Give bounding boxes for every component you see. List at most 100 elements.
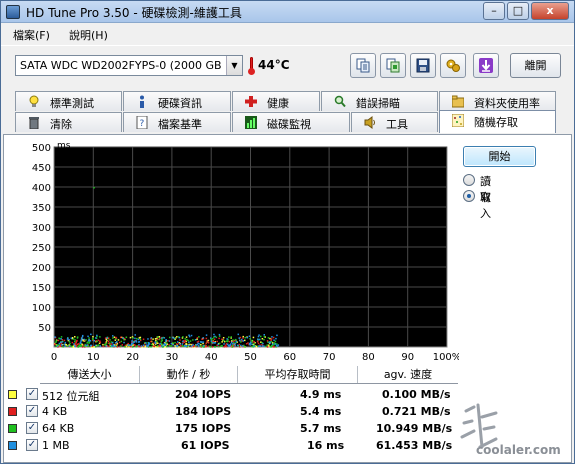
save-icon bbox=[416, 58, 430, 73]
data-point bbox=[130, 345, 132, 348]
data-point bbox=[205, 334, 208, 336]
cell-access-time: 16 ms bbox=[307, 439, 345, 452]
tab-info[interactable]: 硬碟資訊 bbox=[123, 91, 231, 111]
data-point bbox=[166, 342, 168, 344]
data-point bbox=[267, 341, 269, 343]
tab-erase[interactable]: 清除 bbox=[15, 112, 122, 132]
data-point bbox=[138, 341, 141, 343]
data-point bbox=[226, 338, 228, 340]
data-point bbox=[161, 337, 163, 339]
series-checkbox[interactable]: ✓ bbox=[26, 439, 38, 451]
data-point bbox=[80, 339, 83, 342]
data-point bbox=[210, 340, 213, 342]
data-point bbox=[213, 338, 216, 340]
data-point bbox=[184, 344, 186, 347]
save-button[interactable] bbox=[410, 53, 436, 78]
data-point bbox=[262, 342, 264, 345]
data-point bbox=[112, 335, 114, 337]
maximize-button[interactable]: □ bbox=[507, 2, 529, 20]
data-point bbox=[257, 338, 259, 341]
data-point bbox=[242, 340, 244, 342]
series-checkbox[interactable]: ✓ bbox=[26, 422, 38, 434]
copy-screenshot-button[interactable] bbox=[380, 53, 406, 78]
chevron-down-icon[interactable]: ▼ bbox=[226, 56, 242, 75]
series-checkbox[interactable]: ✓ bbox=[26, 388, 38, 400]
data-point bbox=[178, 336, 181, 339]
data-point bbox=[147, 338, 149, 340]
data-point bbox=[137, 338, 140, 341]
header-divider bbox=[40, 383, 458, 384]
data-point bbox=[114, 342, 117, 344]
data-point bbox=[231, 346, 234, 348]
download-button[interactable] bbox=[473, 53, 499, 78]
data-point bbox=[107, 340, 110, 342]
data-point bbox=[271, 336, 273, 338]
data-point bbox=[167, 340, 169, 342]
tab-health[interactable]: 健康 bbox=[232, 91, 320, 111]
data-point bbox=[223, 339, 225, 342]
data-point bbox=[86, 344, 88, 346]
options-button[interactable] bbox=[440, 53, 466, 78]
data-point bbox=[158, 338, 161, 341]
data-point bbox=[185, 343, 188, 345]
write-label: 寫入 bbox=[480, 191, 491, 220]
tab-strip: 標準測試 硬碟資訊 健康 錯誤掃瞄 資料夾使用率 清除 ? 檔案基準 磁碟監視 … bbox=[1, 91, 574, 135]
data-point bbox=[81, 335, 84, 338]
tab-tools[interactable]: 工具 bbox=[351, 112, 438, 132]
series-checkbox[interactable]: ✓ bbox=[26, 405, 38, 417]
data-point bbox=[83, 338, 85, 341]
data-point bbox=[200, 341, 202, 343]
drive-select[interactable]: SATA WDC WD2002FYPS-0 (2000 GB ▼ bbox=[15, 55, 243, 76]
data-point bbox=[170, 342, 173, 345]
lightbulb-icon bbox=[29, 95, 39, 107]
tab-error-scan[interactable]: 錯誤掃瞄 bbox=[321, 91, 438, 111]
data-point bbox=[60, 336, 63, 338]
data-point bbox=[230, 336, 232, 338]
data-point bbox=[259, 338, 261, 341]
tab-disk-monitor[interactable]: 磁碟監視 bbox=[232, 112, 350, 132]
menu-file[interactable]: 檔案(F) bbox=[13, 27, 50, 43]
y-tick-label: 50 bbox=[38, 323, 51, 334]
title-bar[interactable]: HD Tune Pro 3.50 - 硬碟檢測-維護工具 – □ x bbox=[1, 1, 574, 23]
data-point bbox=[61, 344, 63, 346]
data-point bbox=[237, 333, 239, 336]
data-point bbox=[239, 346, 241, 348]
tab-random-access[interactable]: 隨機存取 bbox=[439, 110, 556, 133]
chart-canvas: 500450400350300250200150100500 10 20 30 40 50… bbox=[32, 141, 461, 363]
table-row: ✓ 1 MB 61 IOPS 16 ms 61.453 MB/s bbox=[8, 437, 458, 454]
data-point bbox=[63, 339, 66, 342]
data-point bbox=[168, 344, 171, 347]
start-button[interactable]: 開始 bbox=[463, 146, 536, 167]
menu-help[interactable]: 說明(H) bbox=[69, 27, 108, 43]
x-tick-label: 80 bbox=[362, 352, 375, 363]
close-button[interactable]: x bbox=[531, 2, 569, 20]
data-point bbox=[198, 336, 200, 338]
data-point bbox=[266, 340, 269, 342]
y-tick-label: 250 bbox=[32, 243, 51, 254]
data-point bbox=[64, 345, 66, 347]
read-radio[interactable] bbox=[463, 174, 475, 186]
minimize-button[interactable]: – bbox=[483, 2, 505, 20]
tab-file-benchmark[interactable]: ? 檔案基準 bbox=[123, 112, 231, 132]
copy-screenshot-icon bbox=[386, 58, 400, 73]
series-color-swatch bbox=[8, 390, 17, 399]
tab-label: 檔案基準 bbox=[158, 118, 202, 131]
random-access-icon bbox=[452, 114, 464, 127]
data-point bbox=[197, 345, 200, 347]
tab-folder-usage[interactable]: 資料夾使用率 bbox=[439, 91, 556, 111]
data-point bbox=[69, 342, 71, 345]
data-point bbox=[251, 343, 253, 346]
data-point bbox=[93, 187, 95, 189]
data-point bbox=[242, 337, 244, 339]
write-radio[interactable] bbox=[463, 190, 475, 202]
data-point bbox=[189, 340, 192, 342]
copy-text-button[interactable] bbox=[350, 53, 376, 78]
data-point bbox=[172, 342, 174, 344]
data-point bbox=[68, 345, 71, 347]
data-point bbox=[257, 342, 260, 345]
data-point bbox=[188, 334, 190, 336]
tab-benchmark[interactable]: 標準測試 bbox=[15, 91, 122, 111]
exit-button[interactable]: 離開 bbox=[510, 53, 561, 78]
data-point bbox=[114, 345, 116, 347]
data-point bbox=[128, 346, 130, 348]
